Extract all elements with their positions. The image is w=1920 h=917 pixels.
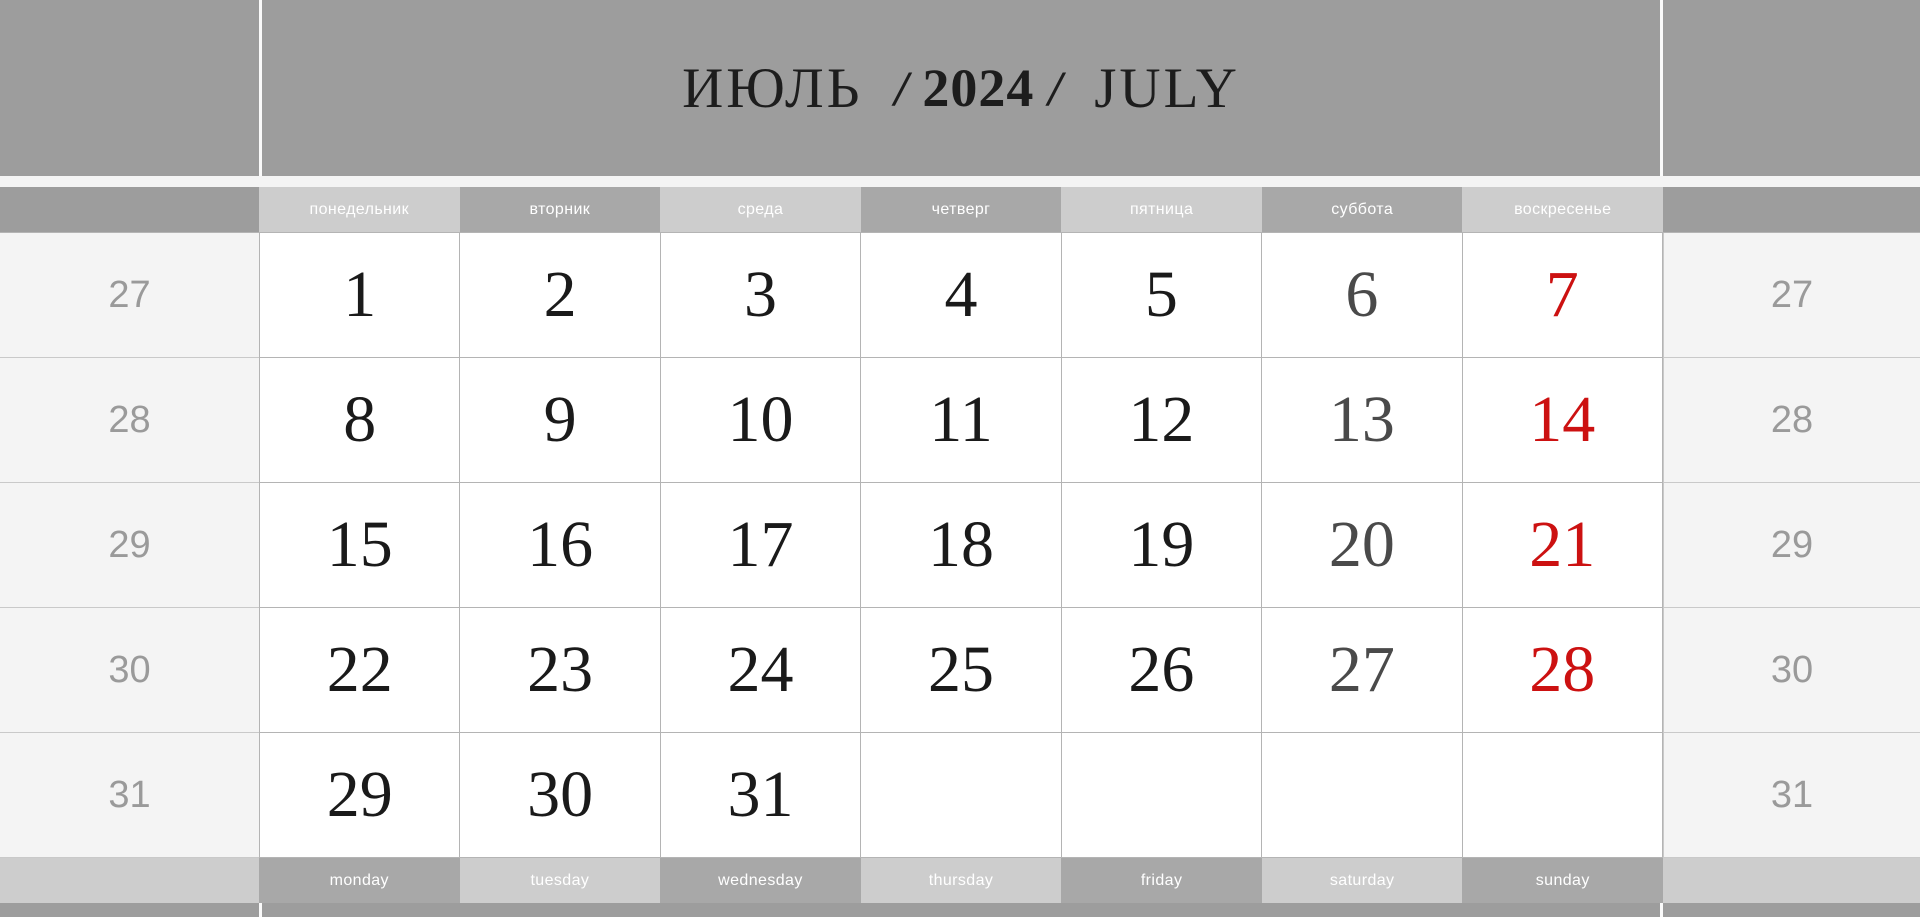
day-cell[interactable]: 2 [460,233,661,358]
title-slash-right: / [1048,60,1063,116]
day-cell[interactable]: 11 [861,358,1062,483]
day-cell[interactable]: 5 [1061,233,1263,358]
page-title: ИЮЛЬ / 2024 / JULY [259,0,1663,176]
table-row: 29 15 16 17 18 19 20 21 29 [0,483,1920,608]
day-cell-sunday[interactable]: 28 [1462,608,1663,733]
year-label: 2024 [922,58,1035,118]
table-row: 27 1 2 3 4 5 6 7 27 [0,233,1920,358]
month-title-band: ИЮЛЬ / 2024 / JULY [0,0,1920,176]
weekday-footer-right-pad [1663,858,1920,903]
week-number-left-1: 27 [0,233,259,358]
day-cell[interactable]: 17 [660,483,862,608]
day-cell[interactable]: 30 [460,733,661,858]
week-number-right-5: 31 [1662,733,1920,858]
frame-divider-left [259,0,262,176]
table-row: 30 22 23 24 25 26 27 28 30 [0,608,1920,733]
frame-divider-right [1660,0,1663,176]
day-cell[interactable]: 9 [460,358,661,483]
day-cell-empty [1462,733,1663,858]
weekday-header-ru: понедельник вторник среда четверг пятниц… [0,187,1920,232]
day-cell[interactable]: 26 [1061,608,1263,733]
title-slash-left: / [894,60,909,116]
title-seam [0,176,1920,187]
day-cell-sunday[interactable]: 7 [1462,233,1663,358]
day-cell-saturday[interactable]: 6 [1262,233,1463,358]
table-row: 31 29 30 31 31 [0,733,1920,858]
weekday-en-tuesday: tuesday [459,858,661,903]
weekday-header-ru-cells: понедельник вторник среда четверг пятниц… [259,187,1664,232]
month-name-ru: ИЮЛЬ [682,56,863,120]
day-cell[interactable]: 12 [1061,358,1263,483]
day-cell[interactable]: 15 [259,483,461,608]
week-number-left-5: 31 [0,733,259,858]
weekday-footer-left-pad [0,858,259,903]
day-cell[interactable]: 31 [660,733,862,858]
weekday-ru-monday: понедельник [259,187,460,232]
bottom-divider-right [1660,903,1663,917]
day-cell-empty [1262,733,1463,858]
weekday-ru-sunday: воскресенье [1462,187,1664,232]
weekday-ru-thursday: четверг [860,187,1062,232]
weekday-header-right-pad [1663,187,1920,232]
day-cell-saturday[interactable]: 20 [1262,483,1463,608]
day-cell[interactable]: 24 [660,608,862,733]
weekday-en-thursday: thursday [860,858,1062,903]
weekday-en-friday: friday [1061,858,1262,903]
weekday-ru-wednesday: среда [660,187,861,232]
day-cell[interactable]: 8 [259,358,461,483]
day-cell-saturday[interactable]: 13 [1262,358,1463,483]
calendar-page: ИЮЛЬ / 2024 / JULY понедельник вторник с… [0,0,1920,917]
weekday-ru-saturday: суббота [1261,187,1463,232]
weekday-footer-en-cells: monday tuesday wednesday thursday friday… [259,858,1664,903]
day-cell[interactable]: 18 [861,483,1062,608]
weekday-en-wednesday: wednesday [660,858,861,903]
table-row: 28 8 9 10 11 12 13 14 28 [0,358,1920,483]
day-cell[interactable]: 25 [861,608,1062,733]
day-cell-empty [861,733,1062,858]
weekday-footer-en: monday tuesday wednesday thursday friday… [0,858,1920,903]
day-cell[interactable]: 4 [861,233,1062,358]
day-cell-sunday[interactable]: 14 [1462,358,1663,483]
day-cell[interactable]: 19 [1061,483,1263,608]
day-cell[interactable]: 29 [259,733,461,858]
day-cell[interactable]: 22 [259,608,461,733]
day-cell[interactable]: 3 [660,233,862,358]
weekday-en-saturday: saturday [1261,858,1463,903]
day-cell-empty [1061,733,1263,858]
weekday-ru-friday: пятница [1061,187,1262,232]
week-number-right-3: 29 [1662,483,1920,608]
date-grid: 27 1 2 3 4 5 6 7 27 28 8 9 10 11 12 13 1… [0,232,1920,858]
weekday-header-left-pad [0,187,259,232]
day-cell[interactable]: 23 [460,608,661,733]
day-cell-sunday[interactable]: 21 [1462,483,1663,608]
week-number-left-4: 30 [0,608,259,733]
weekday-ru-tuesday: вторник [459,187,661,232]
day-cell[interactable]: 1 [259,233,461,358]
week-number-right-4: 30 [1662,608,1920,733]
week-number-right-2: 28 [1662,358,1920,483]
bottom-divider-left [259,903,262,917]
week-number-left-3: 29 [0,483,259,608]
week-number-right-1: 27 [1662,233,1920,358]
week-number-left-2: 28 [0,358,259,483]
day-cell[interactable]: 10 [660,358,862,483]
weekday-en-sunday: sunday [1462,858,1664,903]
month-name-en: JULY [1094,56,1240,120]
weekday-en-monday: monday [259,858,460,903]
day-cell-saturday[interactable]: 27 [1262,608,1463,733]
bottom-frame-band [0,903,1920,917]
day-cell[interactable]: 16 [460,483,661,608]
